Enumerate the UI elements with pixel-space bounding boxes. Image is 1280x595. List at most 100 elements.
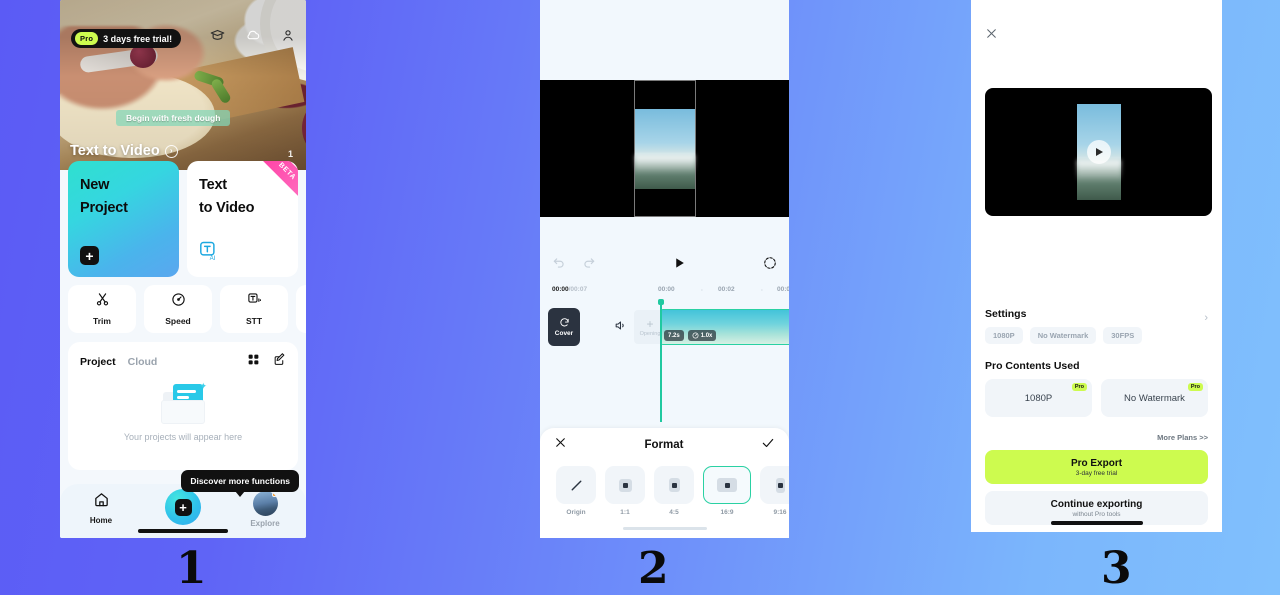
- format-option-4-5[interactable]: 4:5: [654, 466, 694, 516]
- format-options-row: Origin 1:1 4:5 16:9 9:16: [540, 462, 789, 516]
- edit-icon[interactable]: [273, 353, 286, 371]
- volume-icon[interactable]: [614, 319, 627, 337]
- grid-view-icon[interactable]: [247, 353, 260, 371]
- pro-trial-text: 3 days free trial!: [103, 33, 173, 44]
- spoon-decor: [79, 46, 159, 74]
- tool-ai-subtitle[interactable]: AI S: [296, 285, 306, 333]
- nav-item-create[interactable]: +: [152, 489, 214, 525]
- continue-exporting-title: Continue exporting: [1050, 498, 1143, 510]
- format-label-1-1: 1:1: [620, 509, 630, 516]
- undo-icon[interactable]: [552, 256, 566, 275]
- chevron-right-icon: ›: [164, 144, 178, 158]
- home-body: New Project + BETA Text to Video AI Trim…: [60, 161, 306, 470]
- phone-screen-export: Settings › 1080P No Watermark 30FPS Pro …: [971, 0, 1222, 532]
- chevron-right-icon[interactable]: ›: [1204, 312, 1208, 324]
- sparkle-icon: ✦: [199, 381, 207, 391]
- create-plus-icon: +: [165, 489, 201, 525]
- settings-chip-fps: 30FPS: [1103, 327, 1143, 344]
- play-icon[interactable]: [1086, 140, 1111, 164]
- text-to-video-title: Text to Video: [199, 177, 255, 217]
- preview-clip-frame: [1076, 104, 1121, 200]
- sheet-scroll-indicator[interactable]: [622, 527, 707, 530]
- discover-tooltip[interactable]: Discover more functions: [181, 470, 299, 497]
- account-icon[interactable]: [281, 28, 295, 43]
- more-plans-link[interactable]: More Plans >>: [985, 433, 1208, 442]
- ratio-9-16-icon: [760, 466, 789, 504]
- pro-trial-badge[interactable]: Pro 3 days free trial!: [71, 29, 182, 48]
- ruler-dash-2: ·: [761, 287, 764, 294]
- continue-exporting-button[interactable]: Continue exporting without Pro tools: [985, 491, 1208, 525]
- format-label-origin: Origin: [566, 509, 586, 516]
- nav-explore-label: Explore: [250, 519, 280, 528]
- ruler-tick-2: 00:0: [777, 286, 789, 293]
- editor-playback-controls: [540, 248, 789, 282]
- tool-stt[interactable]: STT: [220, 285, 288, 333]
- tab-project[interactable]: Project: [80, 356, 116, 368]
- tool-speed-label: Speed: [165, 316, 191, 326]
- tool-speed[interactable]: Speed: [144, 285, 212, 333]
- projects-panel: Project Cloud ✦ Your projects will appea…: [68, 342, 298, 470]
- cover-thumbnail-button[interactable]: Cover: [548, 308, 580, 346]
- ratio-1-1-icon: [605, 466, 645, 504]
- format-option-16-9[interactable]: 16:9: [703, 466, 751, 516]
- export-video-preview[interactable]: [985, 88, 1212, 216]
- nav-home-label: Home: [89, 516, 113, 525]
- format-option-origin[interactable]: Origin: [556, 466, 596, 516]
- text-to-video-card[interactable]: BETA Text to Video AI: [187, 161, 298, 277]
- pro-contents-row: Pro 1080P Pro No Watermark: [985, 379, 1208, 417]
- tool-stt-label: STT: [245, 316, 263, 326]
- export-options: Settings › 1080P No Watermark 30FPS Pro …: [971, 308, 1222, 525]
- svg-text:AI: AI: [210, 255, 216, 261]
- timeline-ruler: 00:00/00:07 00:00 · 00:02 · 00:0: [540, 283, 789, 302]
- total-time: /00:07: [568, 286, 588, 293]
- format-option-9-16[interactable]: 9:16: [760, 466, 789, 516]
- close-icon[interactable]: [985, 27, 998, 45]
- projects-tabs: Project Cloud: [68, 342, 298, 371]
- new-project-title: New Project: [80, 177, 128, 217]
- pro-content-1080p[interactable]: Pro 1080P: [985, 379, 1092, 417]
- pro-badge: Pro: [1071, 383, 1087, 391]
- new-project-card[interactable]: New Project +: [68, 161, 179, 277]
- video-caption: Begin with fresh dough: [116, 110, 231, 126]
- current-time: 00:00: [552, 286, 569, 293]
- screenshot-stage: Pro 3 days free trial! Begin with fresh …: [0, 0, 1280, 595]
- pro-export-subtitle: 3-day free trial: [1075, 469, 1118, 477]
- pro-tag: Pro: [75, 32, 99, 45]
- pro-content-1080p-label: 1080P: [1024, 392, 1053, 404]
- editor-video-preview[interactable]: [540, 80, 789, 217]
- explore-avatar-icon: [252, 491, 278, 516]
- plus-icon: +: [646, 316, 654, 331]
- close-icon[interactable]: [554, 436, 567, 454]
- pro-content-no-watermark[interactable]: Pro No Watermark: [1101, 379, 1208, 417]
- play-icon[interactable]: [673, 256, 686, 275]
- text-to-video-section-label[interactable]: Text to Video ›: [70, 143, 178, 159]
- hero-counter: 1: [287, 149, 293, 159]
- tool-trim[interactable]: Trim: [68, 285, 136, 333]
- cloud-icon[interactable]: [245, 28, 261, 43]
- preview-clip-frame: [633, 80, 696, 217]
- step-number-3: 3: [1101, 543, 1132, 594]
- fullscreen-icon[interactable]: [763, 256, 777, 275]
- clip-badges: 7.2s 1.0x: [664, 330, 717, 341]
- settings-section[interactable]: Settings › 1080P No Watermark 30FPS: [985, 308, 1208, 344]
- bowl-decor: [302, 96, 306, 160]
- format-option-1-1[interactable]: 1:1: [605, 466, 645, 516]
- graduation-cap-icon[interactable]: [210, 28, 225, 43]
- check-icon[interactable]: [761, 436, 775, 455]
- clip-speed-badge: 1.0x: [687, 330, 717, 341]
- timeline-track[interactable]: Cover + Opening 7.2s 1.0x: [540, 299, 789, 422]
- pro-badge: Pro: [1187, 383, 1203, 391]
- video-clip[interactable]: 7.2s 1.0x: [660, 309, 789, 345]
- pro-content-no-watermark-label: No Watermark: [1124, 392, 1185, 404]
- timeline-playhead[interactable]: [657, 299, 664, 422]
- tab-cloud[interactable]: Cloud: [128, 356, 158, 368]
- pro-export-title: Pro Export: [1070, 457, 1123, 469]
- pro-export-button[interactable]: Pro Export 3-day free trial: [985, 450, 1208, 484]
- mountain-scene: [634, 109, 695, 189]
- cucumber-decor-1: [193, 69, 225, 89]
- format-label-9-16: 9:16: [773, 509, 787, 516]
- nav-item-home[interactable]: Home: [70, 491, 132, 525]
- redo-icon[interactable]: [582, 256, 596, 275]
- format-label-16-9: 16:9: [720, 509, 734, 516]
- ratio-4-5-icon: [654, 466, 694, 504]
